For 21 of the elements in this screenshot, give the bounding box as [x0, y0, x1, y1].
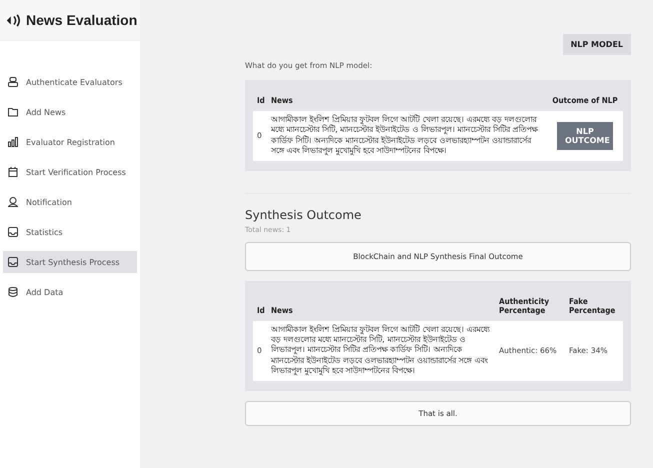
app-title: News Evaluation [26, 12, 138, 28]
column-header: News [271, 306, 294, 315]
sidebar-item[interactable]: Start Verification Process [3, 161, 137, 183]
sidebar-item[interactable]: Start Synthesis Process [3, 251, 137, 273]
column-header: Fake Percentage [569, 296, 616, 315]
sidebar-item[interactable]: Statistics [3, 221, 137, 243]
column-header: Authenticity Percentage [499, 296, 550, 315]
sidebar-item[interactable]: Authenticate Evaluators [3, 71, 137, 93]
column-header: Id [257, 306, 265, 315]
sidebar-item[interactable]: Notification [3, 191, 137, 213]
table-cell-text: আগামীকাল ইংলিশ প্রিমিয়ার ফুটবল লিগে আটটি খেলা রয়েছে। এরমধ্যে বড় দলগুলোর মধ্যে ম্যানচেস্টার সিটি, ম্যানচেস্টার ইউনাইটেড ও লিভারপুল। ম্যানচেস্টার সিটির প্রতিপক্ষ কার্ডিফ সিটি। অন্যদিকে ম্যানচেস্টার ইউনাইটেড লড়বে ওলভারহ্যাম্পটন ওয়ান্ডারার্সের সঙ্গে এবং লিভারপুল মুখোমুখি হবে সাউদাম্পটনের বিপক্ষে। [271, 115, 539, 157]
nlp-model-button[interactable]: NLP MODEL [562, 34, 631, 55]
sidebar-item[interactable]: Evaluator Registration [3, 131, 137, 153]
sidebar-item[interactable]: Add Data [3, 281, 137, 303]
column-header: Id [257, 96, 265, 105]
section-title: Synthesis Outcome [245, 208, 362, 222]
table-cell-text: আগামীকাল ইংলিশ প্রিমিয়ার ফুটবল লিগে আটটি খেলা রয়েছে। এরমধ্যে বড় দলগুলোর মধ্যে ম্যানচেস্টার সিটি, ম্যানচেস্টার ইউনাইটেড ও লিভারপুল। ম্যানচেস্টার সিটির প্রতিপক্ষ কার্ডিফ সিটি। অন্যদিকে ম্যানচেস্টার ইউনাইটেড লড়বে ওলভারহ্যাম্পটন ওয়ান্ডারার্সের সঙ্গে এবং লিভারপুল মুখোমুখি হবে সাউদাম্পটনের বিপক্ষে। [271, 324, 491, 377]
column-header: News [271, 96, 294, 105]
column-header: Outcome of NLP [551, 96, 619, 105]
sidebar-item[interactable]: Add News [3, 101, 137, 123]
nlp-outcome-button[interactable]: NLP OUTCOME [557, 122, 613, 150]
